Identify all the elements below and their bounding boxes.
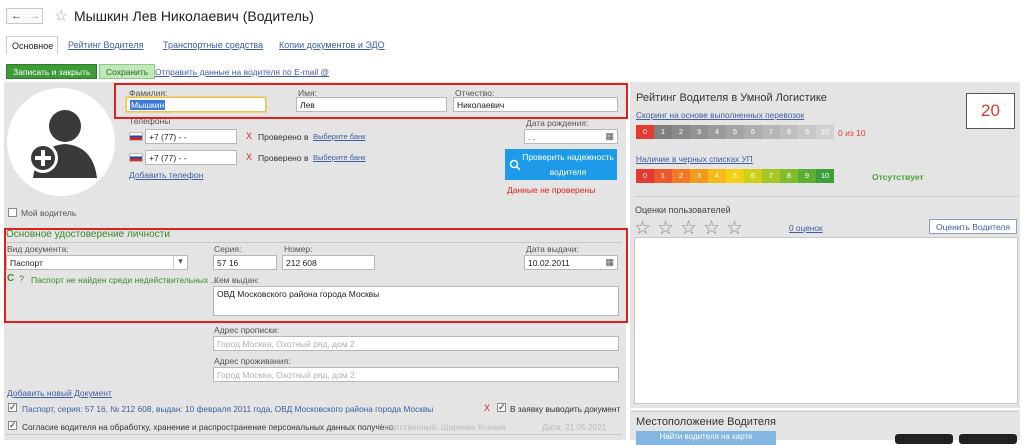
nav-buttons: ← →	[6, 8, 43, 24]
rating-title: Рейтинг Водителя в Умной Логистике	[636, 92, 827, 104]
scoring-scale-segment: 2	[672, 125, 690, 139]
divider	[632, 411, 1018, 412]
remove-icon[interactable]: X	[484, 403, 490, 413]
ratings-list	[634, 237, 1018, 404]
tab-main-label: Основное	[12, 41, 54, 51]
birthdate-input[interactable]: . . ▦	[524, 129, 618, 144]
rating-score-badge: 20	[966, 93, 1015, 129]
check-reliability-line2: водителя	[549, 167, 587, 177]
tab-rating[interactable]: Рейтинг Водителя	[68, 40, 144, 50]
blacklist-result: Отсутствует	[872, 172, 924, 182]
scoring-scale-segment: 7	[762, 125, 780, 139]
ratings-count-link[interactable]: 0 оценок	[789, 223, 823, 233]
phone2-choose-bank-link[interactable]: Выберите банк	[313, 153, 365, 162]
scoring-scale-segment: 6	[744, 125, 762, 139]
tab-main[interactable]: Основное	[6, 36, 58, 54]
phone1-choose-bank-link[interactable]: Выберите банк	[313, 132, 365, 141]
russia-flag-icon[interactable]	[129, 132, 143, 141]
passport-checkbox[interactable]: ✓	[8, 403, 17, 412]
tab-vehicles[interactable]: Транспортные средства	[163, 40, 263, 50]
passport-summary: Паспорт, серия: 57 16, № 212 608, выдан:…	[22, 404, 434, 414]
avatar[interactable]	[7, 88, 115, 196]
scoring-result: 0 из 10	[838, 128, 866, 138]
blacklist-scale-segment: 5	[726, 169, 744, 183]
phone2-verified-label: Проверено в	[258, 153, 309, 163]
blacklist-scale-segment: 3	[690, 169, 708, 183]
reg-address-label: Адрес прописки:	[214, 325, 280, 335]
phone2-input[interactable]: +7 (77) - -	[145, 150, 237, 165]
in-request-checkbox[interactable]: ✓	[497, 403, 506, 412]
live-address-label: Адрес проживания:	[214, 356, 291, 366]
not-checked-status: Данные не проверены	[507, 185, 596, 195]
reg-address-input[interactable]: Город Москва, Охотный ряд, дом 2	[213, 336, 619, 351]
star-icon[interactable]: ☆	[634, 219, 651, 238]
phone1-unverified-icon: X	[246, 131, 253, 141]
blacklist-scale-segment: 4	[708, 169, 726, 183]
user-ratings-label: Оценки пользователей	[635, 205, 731, 215]
scoring-scale-segment: 10	[816, 125, 834, 139]
phone1-verified-label: Проверено в	[258, 132, 309, 142]
phone2-unverified-icon: X	[246, 152, 253, 162]
scoring-scale-segment: 8	[780, 125, 798, 139]
divider	[634, 196, 1018, 197]
blacklist-link[interactable]: Наличие в черных списках УП	[636, 154, 753, 164]
scoring-scale-segment: 4	[708, 125, 726, 139]
scoring-scale-segment: 0	[636, 125, 654, 139]
responsible-label: Ответственный: Ширяева Ксения	[377, 422, 506, 432]
phone1-input[interactable]: +7 (77) - -	[145, 129, 237, 144]
star-icon[interactable]: ☆	[657, 219, 674, 238]
scoring-scale-segment: 3	[690, 125, 708, 139]
favorite-star-icon[interactable]: ☆	[54, 6, 68, 26]
blacklist-scale-segment: 0	[636, 169, 654, 183]
blacklist-scale-segment: 9	[798, 169, 816, 183]
page-title: Мышкин Лев Николаевич (Водитель)	[74, 8, 314, 24]
search-icon	[509, 159, 521, 171]
consent-label: Согласие водителя на обработку, хранение…	[22, 422, 396, 432]
check-reliability-button[interactable]: Проверить надежность водителя	[505, 149, 617, 180]
scoring-scale: 0 1 2 3 4 5 6 7 8 9 10	[636, 125, 834, 139]
add-phone-link[interactable]: Добавить телефон	[129, 170, 203, 180]
scoring-scale-segment: 5	[726, 125, 744, 139]
my-driver-label: Мой водитель	[21, 208, 77, 218]
google-play-badge[interactable]	[959, 434, 1017, 444]
scoring-scale-segment: 9	[798, 125, 816, 139]
send-email-link[interactable]: Отправить данные на водителя по E-mail @	[155, 67, 329, 77]
consent-checkbox[interactable]: ✓	[8, 421, 17, 430]
forward-arrow-icon[interactable]: →	[29, 10, 40, 22]
app-store-badge[interactable]	[895, 434, 953, 444]
blacklist-scale-segment: 8	[780, 169, 798, 183]
star-icon[interactable]: ☆	[703, 219, 720, 238]
birthdate-value: . .	[528, 132, 536, 142]
blacklist-scale-segment: 6	[744, 169, 762, 183]
scoring-scale-segment: 1	[654, 125, 672, 139]
location-title: Местоположение Водителя	[636, 416, 776, 428]
star-icon[interactable]: ☆	[726, 219, 743, 238]
live-address-input[interactable]: Город Москва, Охотный ряд, дом 2	[213, 367, 619, 382]
add-document-link[interactable]: Добавить новый Документ	[7, 388, 112, 398]
blacklist-scale-segment: 7	[762, 169, 780, 183]
russia-flag-icon[interactable]	[129, 153, 143, 162]
find-on-map-button[interactable]: Найти водителя на карте	[636, 431, 776, 445]
my-driver-checkbox[interactable]	[8, 208, 17, 217]
add-photo-icon	[28, 110, 97, 178]
highlight-identity-section	[4, 228, 628, 323]
blacklist-scale-segment: 2	[672, 169, 690, 183]
blacklist-scale-segment: 1	[654, 169, 672, 183]
blacklist-scale: 0 1 2 3 4 5 6 7 8 9 10	[636, 169, 834, 183]
consent-date: Дата: 21.05.2021	[542, 422, 607, 432]
star-icon[interactable]: ☆	[680, 219, 697, 238]
in-request-label: В заявку выводить документ	[510, 404, 621, 414]
check-reliability-line1: Проверить надежность	[522, 152, 614, 162]
birthdate-label: Дата рождения:	[526, 118, 589, 128]
rate-driver-button[interactable]: Оценить Водителя	[929, 219, 1017, 234]
save-button[interactable]: Сохранить	[99, 64, 156, 79]
blacklist-scale-segment: 10	[816, 169, 834, 183]
back-arrow-icon[interactable]: ←	[11, 10, 22, 22]
save-close-button[interactable]: Записать и закрыть	[6, 64, 98, 79]
calendar-icon[interactable]: ▦	[605, 131, 614, 142]
divider	[6, 434, 622, 435]
highlight-name-fields	[114, 83, 628, 119]
scoring-link[interactable]: Скоринг на основе выполненных перевозок	[636, 110, 804, 120]
tab-documents[interactable]: Копии документов и ЭДО	[279, 40, 385, 50]
